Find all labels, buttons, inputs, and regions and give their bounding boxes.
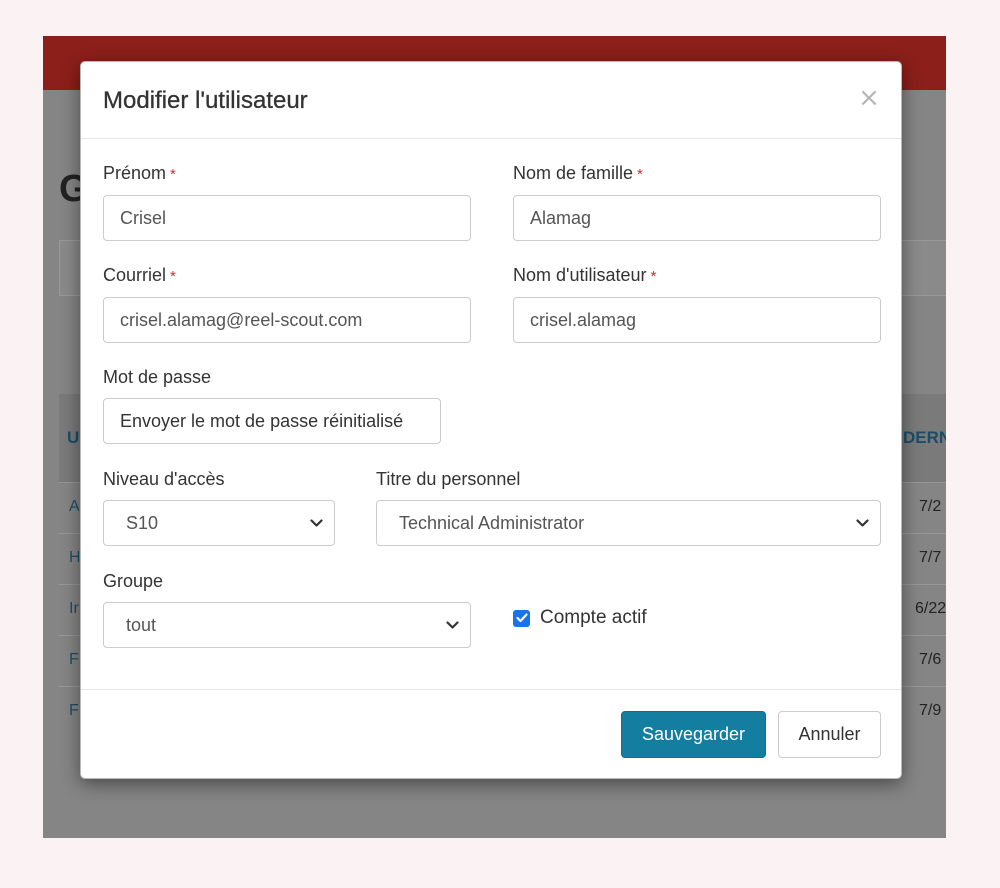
staff-title-select[interactable]: Technical Administrator — [376, 500, 881, 546]
first-name-label-text: Prénom — [103, 163, 167, 183]
table-cell-user: F — [69, 651, 79, 668]
username-label: Nom d'utilisateur * — [513, 265, 656, 286]
group-label: Groupe — [103, 571, 164, 591]
last-name-input[interactable] — [513, 195, 881, 241]
cancel-button[interactable]: Annuler — [778, 711, 881, 758]
email-input[interactable] — [103, 297, 471, 343]
save-button[interactable]: Sauvegarder — [621, 711, 766, 758]
table-cell-user: H — [69, 549, 79, 566]
required-marker: * — [170, 268, 176, 285]
table-cell-date: 7/7 — [919, 549, 942, 566]
last-name-label-text: Nom de famille — [513, 163, 634, 183]
chevron-down-icon — [444, 603, 460, 647]
table-header-user: U — [67, 428, 80, 447]
active-account-label: Compte actif — [540, 607, 647, 628]
table-cell-user: F — [69, 702, 79, 719]
email-label: Courriel * — [103, 265, 176, 286]
password-label: Mot de passe — [103, 367, 212, 387]
modal-body: Prénom* Nom de famille* Courriel* Nom d'… — [81, 139, 901, 691]
table-cell-user: Ir — [69, 600, 79, 617]
modal-title: Modifier l'utilisateur — [103, 87, 308, 114]
access-level-value: S10 — [126, 513, 159, 533]
table-cell-user: A — [69, 498, 79, 515]
close-icon: × — [858, 83, 880, 113]
username-input[interactable] — [513, 297, 881, 343]
table-cell-date: 7/9 — [919, 702, 942, 719]
access-level-label: Niveau d'accès — [103, 469, 225, 489]
last-name-label: Nom de famille * — [513, 163, 643, 184]
active-account-toggle[interactable]: Compte actif — [513, 607, 647, 629]
first-name-label: Prénom * — [103, 163, 176, 184]
required-marker: * — [650, 268, 657, 285]
table-cell-date: 7/2 — [919, 498, 942, 515]
group-value: tout — [126, 615, 157, 635]
table-cell-date: 7/6 — [919, 651, 942, 668]
username-label-text: Nom d'utilisateur — [513, 265, 647, 285]
staff-title-value: Technical Administrator — [399, 513, 585, 533]
table-header-last: DERN — [903, 428, 946, 447]
send-reset-password-button[interactable]: Envoyer le mot de passe réinitialisé — [103, 398, 441, 444]
active-account-checkbox[interactable] — [513, 609, 530, 627]
modal-footer: Sauvegarder Annuler — [81, 689, 901, 778]
checkmark-icon — [515, 613, 528, 623]
table-cell-date: 6/22 — [915, 600, 946, 617]
required-marker: * — [637, 166, 643, 183]
modal-header: Modifier l'utilisateur × — [81, 62, 901, 139]
email-label-text: Courriel — [103, 265, 167, 285]
chevron-down-icon — [308, 501, 324, 545]
edit-user-modal: Modifier l'utilisateur × Prénom* Nom de … — [80, 61, 902, 779]
required-marker: * — [170, 166, 176, 183]
access-level-select[interactable]: S10 — [103, 500, 335, 546]
chevron-down-icon — [854, 501, 870, 545]
first-name-input[interactable] — [103, 195, 471, 241]
group-select[interactable]: tout — [103, 602, 471, 648]
close-button[interactable]: × — [857, 84, 881, 112]
staff-title-label: Titre du personnel — [376, 469, 521, 489]
